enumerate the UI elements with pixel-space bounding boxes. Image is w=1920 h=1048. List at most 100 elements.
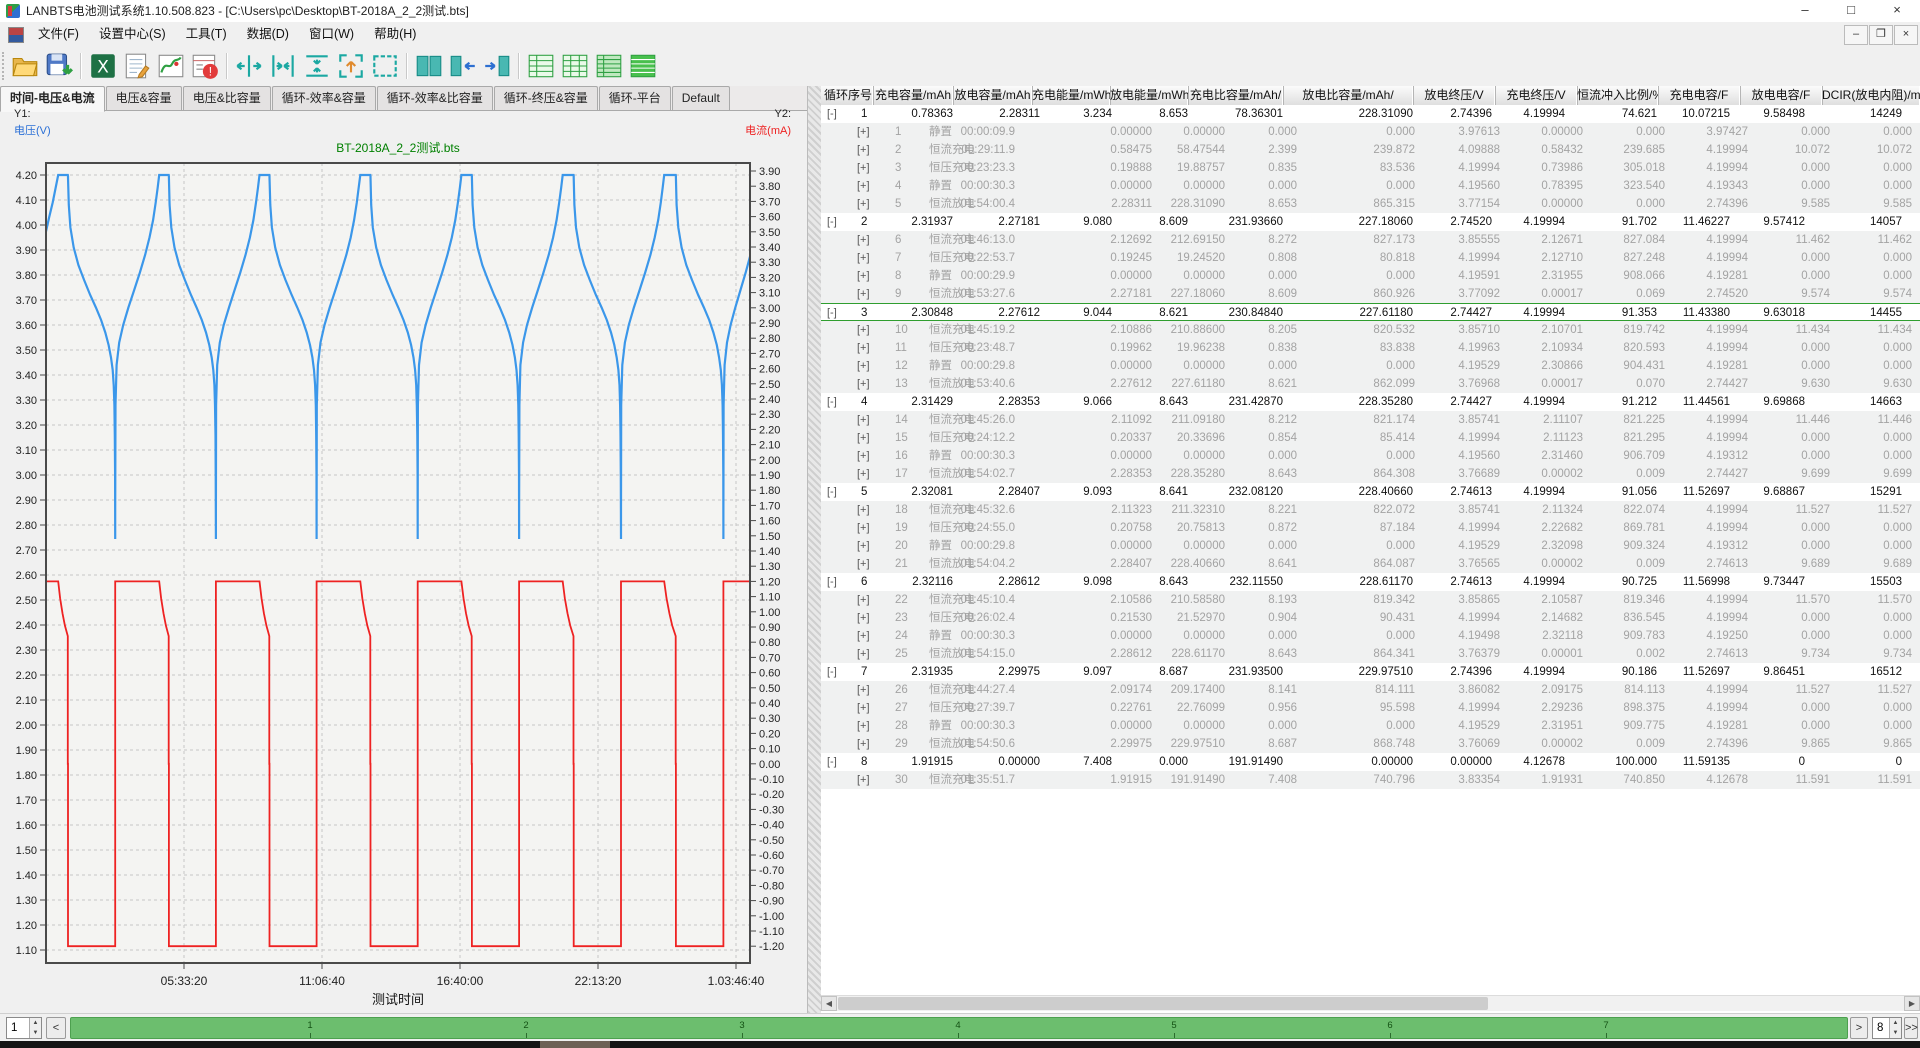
scroll-right-icon[interactable]: ▶ [1904,996,1920,1011]
mdi-minimize-icon[interactable]: – [1844,25,1868,45]
prev-page-button[interactable]: < [46,1017,66,1039]
zoom-full-icon[interactable] [370,51,400,81]
tab-[interactable]: 循环-平台 [599,86,671,110]
end-spinner-down-icon[interactable]: ▼ [1890,1028,1901,1038]
column-header[interactable]: 放电能量/mWh [1110,86,1189,105]
spinner-arrows[interactable]: ▲▼ [29,1018,41,1038]
open-file-icon[interactable] [10,51,40,81]
last-page-button[interactable]: >> [1904,1017,1918,1039]
expand-icon[interactable]: [+] [857,321,870,339]
step-row[interactable]: [+]10恒流充电01:45:19.22.10886210.886008.205… [821,321,1920,339]
zoom-horizontal-icon[interactable] [234,51,264,81]
expand-icon[interactable]: [+] [857,375,870,393]
step-row[interactable]: [+]15恒压充电00:24:12.20.2033720.336960.8548… [821,429,1920,447]
expand-icon[interactable]: [+] [857,609,870,627]
expand-icon[interactable]: [+] [857,519,870,537]
cycle-row[interactable]: [-]32.308482.276129.0448.621230.84840227… [821,303,1920,321]
step-row[interactable]: [+]19恒压充电00:24:55.00.2075820.758130.8728… [821,519,1920,537]
curve-icon[interactable] [156,51,186,81]
expand-collapse-icon[interactable]: [-] [827,663,837,681]
step-row[interactable]: [+]23恒压充电00:26:02.40.2153021.529700.9049… [821,609,1920,627]
pane-right-icon[interactable] [482,51,512,81]
expand-icon[interactable]: [+] [857,591,870,609]
compress-horizontal-icon[interactable] [268,51,298,81]
scrollbar-thumb[interactable] [838,997,1488,1010]
horizontal-scrollbar[interactable]: ◀ ▶ [821,995,1920,1011]
cycle-row[interactable]: [-]22.319372.271819.0808.609231.93660227… [821,213,1920,231]
cycle-row[interactable]: [-]10.783632.283113.2348.65378.36301228.… [821,105,1920,123]
step-row[interactable]: [+]22恒流充电01:45:10.42.10586210.585808.193… [821,591,1920,609]
table-view-3-icon[interactable] [594,51,624,81]
step-row[interactable]: [+]4静置00:00:30.30.000000.000000.0000.000… [821,177,1920,195]
cycle-row[interactable]: [-]62.321162.286129.0988.643232.11550228… [821,573,1920,591]
mdi-close-icon[interactable]: × [1894,25,1918,45]
expand-collapse-icon[interactable]: [-] [827,483,837,501]
excel-export-icon[interactable]: X [88,51,118,81]
expand-icon[interactable]: [+] [857,159,870,177]
menu-item-d[interactable]: 数据(D) [237,22,299,46]
step-row[interactable]: [+]18恒流充电01:45:32.62.11323211.323108.221… [821,501,1920,519]
step-row[interactable]: [+]6恒流充电01:46:13.02.12692212.691508.2728… [821,231,1920,249]
menu-item-w[interactable]: 窗口(W) [299,22,364,46]
expand-icon[interactable]: [+] [857,267,870,285]
expand-icon[interactable]: [+] [857,195,870,213]
expand-icon[interactable]: [+] [857,645,870,663]
spinner-down-icon[interactable]: ▼ [30,1028,41,1038]
compress-vertical-icon[interactable] [302,51,332,81]
column-header[interactable]: 放电终压/V [1413,86,1496,105]
cycle-row[interactable]: [-]81.919150.000007.4080.000191.914900.0… [821,753,1920,771]
schedule-warning-icon[interactable]: ! [190,51,220,81]
expand-icon[interactable]: [+] [857,717,870,735]
cycle-row[interactable]: [-]42.314292.283539.0668.643231.42870228… [821,393,1920,411]
table-view-1-icon[interactable] [526,51,556,81]
step-row[interactable]: [+]20静置00:00:29.80.000000.000000.0000.00… [821,537,1920,555]
menu-item-h[interactable]: 帮助(H) [364,22,426,46]
step-row[interactable]: [+]1静置00:00:09.90.000000.000000.0000.000… [821,123,1920,141]
column-header[interactable]: 充电电容/F [1658,86,1741,105]
table-view-4-icon[interactable] [628,51,658,81]
scroll-left-icon[interactable]: ◀ [821,996,837,1011]
step-row[interactable]: [+]13恒流放电01:53:40.62.27612227.611808.621… [821,375,1920,393]
step-row[interactable]: [+]28静置00:00:30.30.000000.000000.0000.00… [821,717,1920,735]
expand-icon[interactable]: [+] [857,501,870,519]
column-header[interactable]: 恒流冲入比例/% [1577,86,1659,105]
minimize-icon[interactable]: – [1782,0,1828,22]
expand-icon[interactable]: [+] [857,429,870,447]
spinner-up-icon[interactable]: ▲ [30,1018,41,1028]
expand-icon[interactable]: [+] [857,249,870,267]
expand-icon[interactable]: [+] [857,447,870,465]
expand-icon[interactable]: [+] [857,555,870,573]
step-row[interactable]: [+]9恒流放电01:53:27.62.27181227.180608.6098… [821,285,1920,303]
expand-collapse-icon[interactable]: [-] [827,753,837,771]
expand-icon[interactable]: [+] [857,141,870,159]
table-view-2-icon[interactable] [560,51,590,81]
menu-item-s[interactable]: 设置中心(S) [89,22,176,46]
cycle-row[interactable]: [-]72.319352.299759.0978.687231.93500229… [821,663,1920,681]
report-icon[interactable] [122,51,152,81]
expand-icon[interactable]: [+] [857,177,870,195]
cycle-row[interactable]: [-]52.320812.284079.0938.641232.08120228… [821,483,1920,501]
maximize-icon[interactable]: □ [1828,0,1874,22]
step-row[interactable]: [+]21恒流放电01:54:04.22.28407228.406608.641… [821,555,1920,573]
step-row[interactable]: [+]2恒流充电00:29:11.90.5847558.475442.39923… [821,141,1920,159]
expand-icon[interactable]: [+] [857,771,870,789]
menu-item-f[interactable]: 文件(F) [28,22,89,46]
step-row[interactable]: [+]17恒流放电01:54:02.72.28353228.352808.643… [821,465,1920,483]
step-row[interactable]: [+]30恒流充电01:35:51.71.91915191.914907.408… [821,771,1920,789]
expand-icon[interactable]: [+] [857,681,870,699]
end-spinner[interactable]: 8 ▲▼ [1872,1017,1902,1039]
step-row[interactable]: [+]11恒压充电00:23:48.70.1996219.962380.8388… [821,339,1920,357]
column-header[interactable]: 充电容量/mAh [873,86,954,105]
step-row[interactable]: [+]8静置00:00:29.90.000000.000000.0000.000… [821,267,1920,285]
step-row[interactable]: [+]26恒流充电01:44:27.42.09174209.174008.141… [821,681,1920,699]
page-spinner[interactable]: 1 ▲▼ [6,1017,42,1039]
step-row[interactable]: [+]16静置00:00:30.30.000000.000000.0000.00… [821,447,1920,465]
step-row[interactable]: [+]5恒流放电01:54:00.42.28311228.310908.6538… [821,195,1920,213]
column-header[interactable]: 放电电容/F [1740,86,1823,105]
step-row[interactable]: [+]12静置00:00:29.80.000000.000000.0000.00… [821,357,1920,375]
tab-[interactable]: 电压&比容量 [183,86,271,110]
expand-collapse-icon[interactable]: [-] [827,393,837,411]
cycle-range-slider[interactable]: 1234567 [70,1017,1848,1039]
mdi-restore-icon[interactable]: ❐ [1869,25,1893,45]
split-view-icon[interactable] [414,51,444,81]
